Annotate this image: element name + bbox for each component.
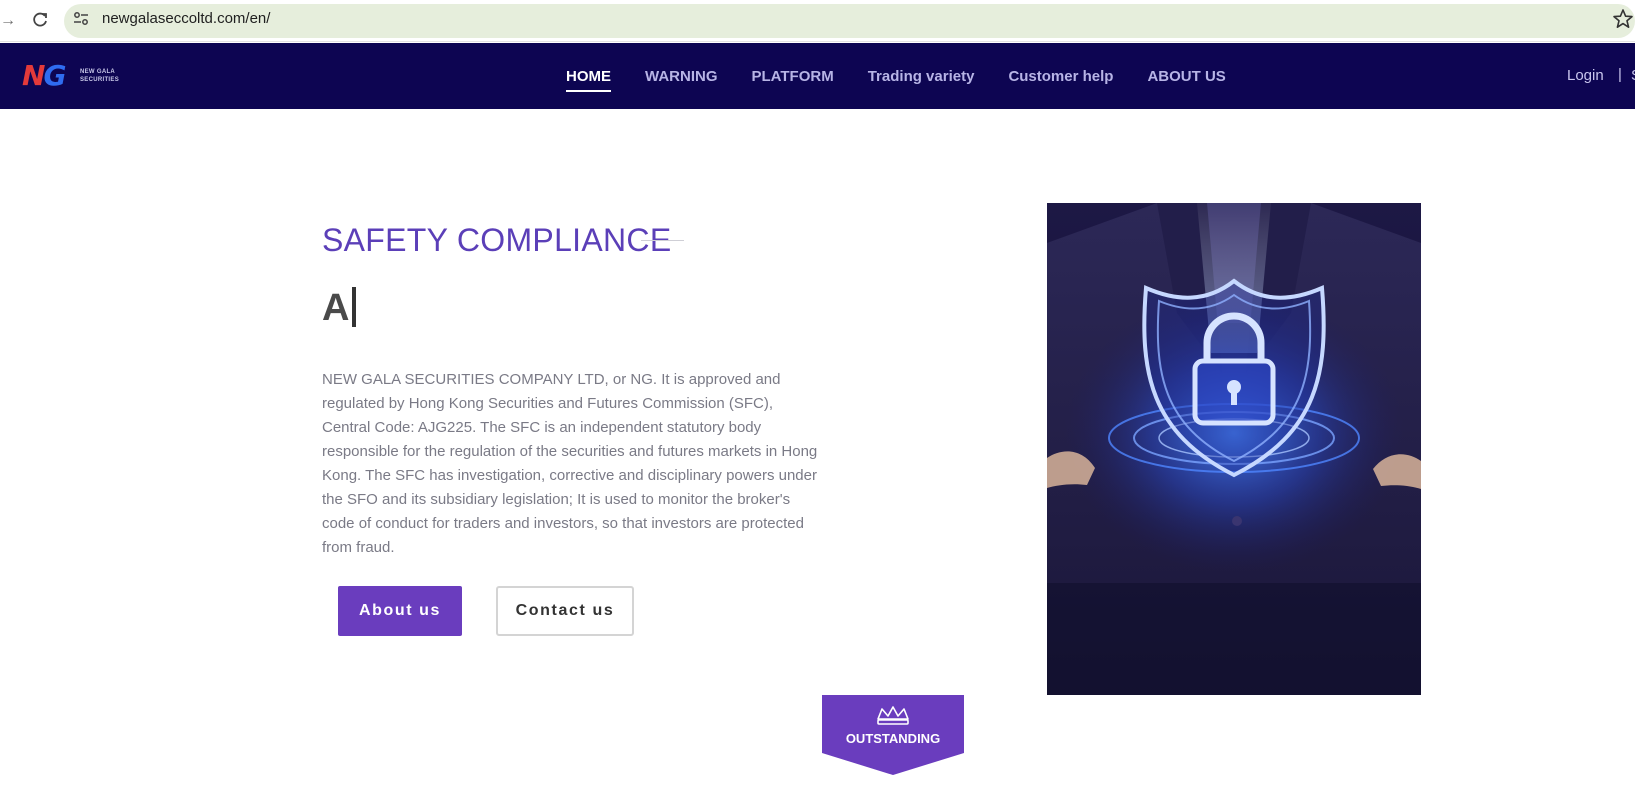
badge-label: OUTSTANDING (845, 731, 941, 746)
nav-home[interactable]: HOME (566, 43, 611, 109)
site-header: NG NEW GALA SECURITIES HOME WARNING PLAT… (0, 43, 1635, 109)
about-us-button[interactable]: About us (338, 586, 462, 636)
logo-letter-g: G (43, 59, 66, 92)
signup-link[interactable]: S (1631, 67, 1635, 85)
logo-letter-n: N (22, 59, 45, 92)
nav-about-us[interactable]: ABOUT US (1147, 43, 1225, 109)
logo-mark: NG (22, 59, 66, 92)
logo-text: NEW GALA SECURITIES (80, 69, 120, 83)
intro-paragraph: NEW GALA SECURITIES COMPANY LTD, or NG. … (322, 371, 818, 556)
title-rule (641, 240, 684, 241)
nav-trading-variety[interactable]: Trading variety (868, 43, 975, 109)
bookmark-star-icon[interactable] (1612, 8, 1634, 30)
hero-shield-image (1047, 203, 1421, 695)
section-title: SAFETY COMPLIANCE (322, 222, 672, 258)
nav-customer-help[interactable]: Customer help (1008, 43, 1113, 109)
nav-warning[interactable]: WARNING (645, 43, 718, 109)
login-link[interactable]: Login (1567, 67, 1604, 85)
header-separator: | (1618, 66, 1622, 83)
reload-icon[interactable] (30, 10, 50, 30)
typed-headline-text: A (322, 287, 350, 329)
browser-toolbar: → newgalaseccoltd.com/en/ (0, 0, 1635, 42)
main-nav: HOME WARNING PLATFORM Trading variety Cu… (566, 43, 1260, 109)
url-text[interactable]: newgalaseccoltd.com/en/ (102, 10, 270, 28)
forward-arrow-icon[interactable]: → (0, 11, 16, 31)
outstanding-badge: OUTSTANDING (822, 695, 964, 775)
typing-caret (352, 286, 357, 327)
site-info-icon[interactable] (72, 10, 90, 28)
site-logo[interactable]: NG NEW GALA SECURITIES (22, 60, 137, 92)
address-bar[interactable] (64, 4, 1635, 38)
nav-platform[interactable]: PLATFORM (752, 43, 834, 109)
contact-us-button[interactable]: Contact us (496, 586, 634, 636)
typed-headline: A (322, 285, 357, 331)
